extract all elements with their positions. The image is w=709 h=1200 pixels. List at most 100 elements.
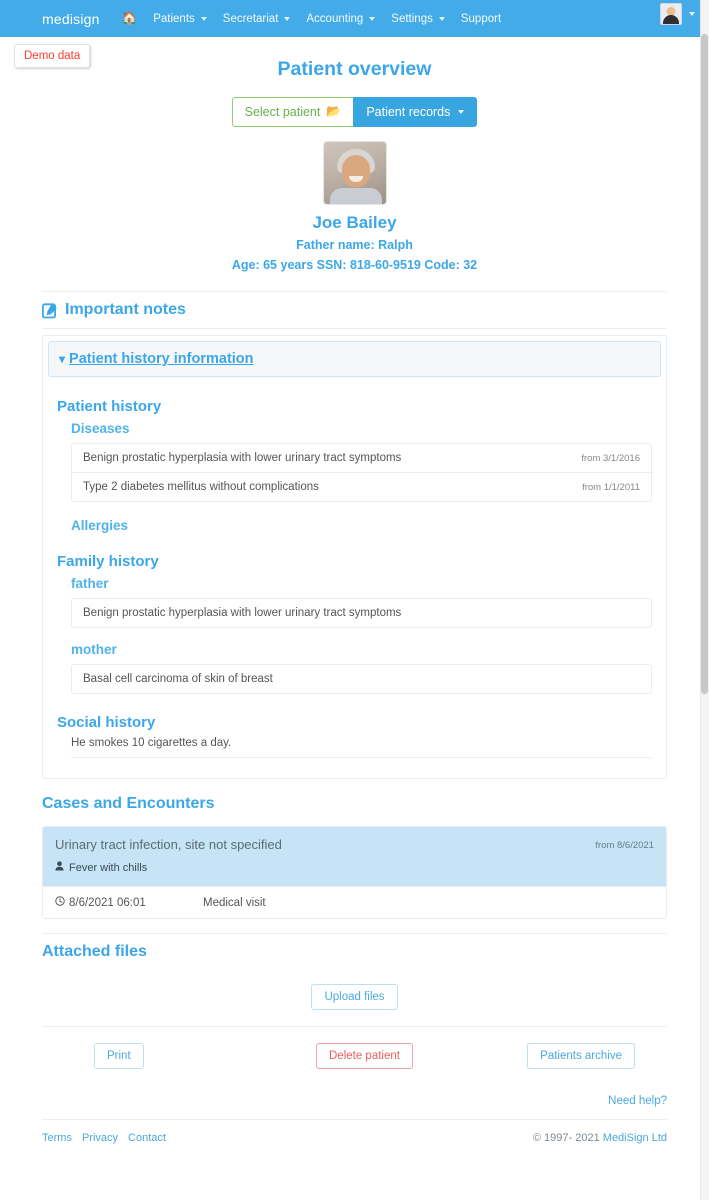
nav-item-settings[interactable]: Settings [383,9,453,29]
page-root: medisign 🏠 Patients Secretariat Accounti… [0,0,709,1200]
cases-heading: Cases and Encounters [42,795,215,812]
edit-square-icon [42,302,59,319]
scrollbar-thumb[interactable] [701,34,708,694]
encounter-type: Medical visit [203,896,266,909]
social-history-title: Social history [57,714,156,731]
patient-history-body: Patient history Diseases Benign prostati… [43,382,666,778]
chevron-down-icon [458,110,465,115]
nav-item-label: Settings [391,12,433,25]
clock-icon [55,896,65,909]
case-symptom-label: Fever with chills [69,861,148,874]
toolbar-button-group: Select patient 📂 Patient records [231,97,478,128]
person-icon [55,861,64,874]
patient-photo[interactable] [322,141,387,206]
nav-item-label: Secretariat [222,12,279,25]
list-item[interactable]: Benign prostatic hyperplasia with lower … [71,443,652,472]
select-patient-button[interactable]: Select patient 📂 [231,97,354,128]
chevron-down-icon: ▾ [59,352,66,366]
home-icon: 🏠 [121,11,138,25]
mother-history-list: Basal cell carcinoma of skin of breast [71,664,652,694]
nav-item-accounting[interactable]: Accounting [298,9,383,29]
footer-link-contact[interactable]: Contact [128,1132,166,1144]
allergies-title: Allergies [71,518,129,533]
print-button[interactable]: Print [94,1043,144,1069]
important-notes-label: Important notes [65,301,186,318]
scrollbar-track[interactable] [700,0,709,1200]
chevron-down-icon [369,16,376,21]
cases-list: Urinary tract infection, site not specif… [42,826,667,919]
father-history-list: Benign prostatic hyperplasia with lower … [71,598,652,628]
chevron-down-icon [200,16,207,21]
diseases-title: Diseases [71,421,130,436]
patient-history-toggle[interactable]: ▾ Patient history information [48,341,661,377]
family-relation-father: father [71,576,109,591]
footer-company-link[interactable]: MediSign Ltd [603,1132,667,1144]
nav-item-home[interactable]: 🏠 [114,7,146,30]
chevron-down-icon [689,12,695,16]
list-item[interactable]: Basal cell carcinoma of skin of breast [71,664,652,694]
patient-details: Age: 65 years SSN: 818-60-9519 Code: 32 [231,257,478,272]
nav-item-label: Accounting [306,12,364,25]
disease-from: from 3/1/2016 [581,452,640,464]
case-symptom: Fever with chills [55,861,654,874]
important-notes-heading[interactable]: Important notes [42,292,667,328]
patient-history-title: Patient history [57,398,162,415]
nav-item-label: Patients [153,12,195,25]
nav-item-patients[interactable]: Patients [145,9,215,29]
nav-item-label: Support [460,12,502,25]
list-item[interactable]: Type 2 diabetes mellitus without complic… [71,472,652,502]
patient-records-button[interactable]: Patient records [353,97,478,128]
diseases-list: Benign prostatic hyperplasia with lower … [71,443,652,502]
user-avatar-icon[interactable] [660,3,682,25]
upload-files-button[interactable]: Upload files [311,984,398,1010]
patient-name: Joe Bailey [312,213,397,233]
encounter-row[interactable]: 8/6/2021 06:01 Medical visit [43,886,666,918]
nav-item-support[interactable]: Support [453,9,509,29]
top-navbar: medisign 🏠 Patients Secretariat Accounti… [0,0,709,37]
encounter-datetime: 8/6/2021 06:01 [55,896,203,909]
disease-from: from 1/1/2011 [582,481,640,493]
brand-logo[interactable]: medisign [42,11,100,27]
case-title: Urinary tract infection, site not specif… [55,837,282,852]
divider [71,757,652,758]
footer-links: Terms Privacy Contact [42,1132,166,1144]
need-help-link[interactable]: Need help? [608,1095,667,1107]
footer-copyright-text: © 1997- 2021 [532,1132,603,1144]
disease-name: Benign prostatic hyperplasia with lower … [83,452,402,464]
encounter-datetime-label: 8/6/2021 06:01 [69,896,146,909]
patient-history-panel: ▾ Patient history information Patient hi… [42,335,667,779]
family-entry: Basal cell carcinoma of skin of breast [83,673,273,685]
patient-toolbar: Select patient 📂 Patient records [42,97,667,128]
nav-menu: 🏠 Patients Secretariat Accounting Settin… [114,7,510,30]
action-buttons-row: Print Delete patient Patients archive [42,1027,667,1079]
case-from: from 8/6/2021 [595,840,654,851]
divider [42,328,667,329]
nav-item-secretariat[interactable]: Secretariat [215,9,299,29]
delete-patient-button[interactable]: Delete patient [316,1043,413,1069]
disease-name: Type 2 diabetes mellitus without complic… [83,481,319,493]
footer-link-privacy[interactable]: Privacy [82,1132,118,1144]
family-entry: Benign prostatic hyperplasia with lower … [83,607,402,619]
folder-open-icon: 📂 [326,104,342,119]
chevron-down-icon [284,16,291,21]
social-history-text: He smokes 10 cigarettes a day. [71,737,232,749]
demo-data-badge: Demo data [14,44,91,68]
upload-row: Upload files [42,970,667,1016]
attached-files-heading: Attached files [42,943,147,960]
select-patient-label: Select patient [244,105,321,119]
list-item[interactable]: Benign prostatic hyperplasia with lower … [71,598,652,628]
chevron-down-icon [438,16,445,21]
footer-copyright: © 1997- 2021 MediSign Ltd [533,1132,667,1144]
case-row[interactable]: Urinary tract infection, site not specif… [43,827,666,886]
user-menu[interactable] [660,3,695,25]
patients-archive-button[interactable]: Patients archive [527,1043,635,1069]
patient-history-toggle-label: Patient history information [69,351,254,367]
footer-link-terms[interactable]: Terms [42,1132,72,1144]
family-relation-mother: mother [71,642,117,657]
patient-card: Joe Bailey Father name: Ralph Age: 65 ye… [42,141,667,275]
need-help-row: Need help? [42,1079,667,1119]
patient-father-name: Father name: Ralph [296,238,413,253]
page-title: Patient overview [277,58,432,80]
page-footer: Terms Privacy Contact © 1997- 2021 MediS… [42,1119,667,1144]
patient-records-label: Patient records [366,105,451,119]
